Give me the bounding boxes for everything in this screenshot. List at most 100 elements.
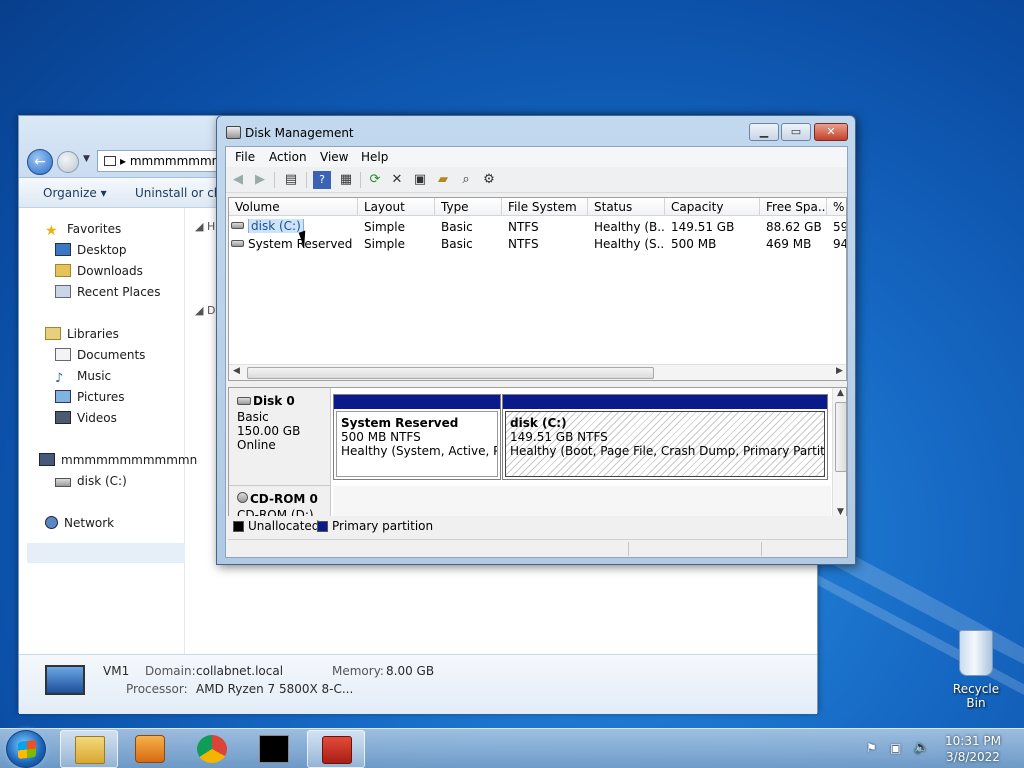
partition-system-reserved[interactable]: System Reserved 500 MB NTFS Healthy (Sys… xyxy=(333,394,501,480)
table-row[interactable]: System Reserved xyxy=(231,237,352,251)
volume-percent-free: 59 xyxy=(833,220,847,234)
toolbar-separator xyxy=(306,172,307,188)
settings-icon[interactable]: ⚙ xyxy=(480,171,498,189)
sidebar-item-recent-places[interactable]: Recent Places xyxy=(55,285,160,303)
partition-name: System Reserved xyxy=(341,416,459,430)
details-pane: VM1 Domain: collabnet.local Memory: 8.00… xyxy=(19,654,817,714)
network-tray-icon[interactable]: ▣ xyxy=(890,741,901,768)
taskbar-command-prompt[interactable] xyxy=(245,730,303,768)
documents-icon xyxy=(55,348,71,361)
star-icon: ★ xyxy=(45,223,58,239)
menu-help[interactable]: Help xyxy=(361,150,388,164)
volume-file-system: NTFS xyxy=(508,220,539,234)
action-center-icon[interactable]: ⚑ xyxy=(866,741,877,768)
arrow-left-icon: ← xyxy=(34,154,46,170)
scroll-thumb[interactable] xyxy=(247,367,654,379)
legend-unallocated: Unallocated xyxy=(248,519,320,533)
column-header-layout[interactable]: Layout xyxy=(358,198,435,216)
sidebar-item-music[interactable]: ♪ Music xyxy=(55,369,111,387)
menu-file[interactable]: File xyxy=(235,150,255,164)
computer-icon xyxy=(39,453,55,466)
taskbar-computer-management[interactable] xyxy=(307,730,365,768)
menu-bar: File Action View Help xyxy=(226,147,847,167)
column-header-type[interactable]: Type xyxy=(435,198,502,216)
volume-layout: Simple xyxy=(364,220,405,234)
partition-size: 149.51 GB NTFS xyxy=(510,430,608,444)
computer-icon xyxy=(104,156,116,166)
disk-graphical-view[interactable]: Disk 0 Basic 150.00 GB Online System Res… xyxy=(228,387,847,535)
forward-arrow-icon[interactable]: ▶ xyxy=(251,171,269,189)
menu-view[interactable]: View xyxy=(320,150,348,164)
taskbar-media-player[interactable] xyxy=(121,730,179,768)
scroll-thumb[interactable] xyxy=(835,402,846,472)
volume-free-space: 88.62 GB xyxy=(766,220,822,234)
organize-button[interactable]: Organize ▾ xyxy=(43,186,107,200)
show-pane-icon[interactable]: ▦ xyxy=(337,171,355,189)
menu-action[interactable]: Action xyxy=(269,150,307,164)
volume-list[interactable]: Volume Layout Type File System Status Ca… xyxy=(228,197,847,381)
disk-0-label[interactable]: Disk 0 Basic 150.00 GB Online xyxy=(229,388,331,486)
recent-pages-dropdown[interactable]: ▼ xyxy=(83,154,90,164)
maximize-button[interactable]: ▭ xyxy=(781,123,811,141)
refresh-icon[interactable]: ⟳ xyxy=(366,171,384,189)
console-tree-icon[interactable]: ▤ xyxy=(282,171,300,189)
recent-places-icon xyxy=(55,285,71,298)
column-header-file-system[interactable]: File System xyxy=(502,198,588,216)
vertical-scrollbar[interactable]: ▲ ▼ xyxy=(832,388,846,534)
taskbar-chrome[interactable] xyxy=(183,730,241,768)
partition-disk-c[interactable]: disk (C:) 149.51 GB NTFS Healthy (Boot, … xyxy=(502,394,828,480)
sidebar-item-favorites[interactable]: ★ Favorites xyxy=(45,222,121,240)
sidebar-item-downloads[interactable]: Downloads xyxy=(55,264,143,282)
horizontal-scrollbar[interactable]: ◀ ▶ xyxy=(229,364,846,380)
scroll-left-icon[interactable]: ◀ xyxy=(233,366,240,376)
primary-partition-bar xyxy=(503,395,827,409)
cdrom-icon xyxy=(237,492,248,503)
sidebar-item-libraries[interactable]: Libraries xyxy=(45,327,119,345)
folder-icon xyxy=(75,736,105,764)
close-button[interactable]: ✕ xyxy=(814,123,848,141)
help-icon[interactable]: ? xyxy=(313,171,331,189)
sidebar-item-videos[interactable]: Videos xyxy=(55,411,117,429)
back-arrow-icon[interactable]: ◀ xyxy=(229,171,247,189)
scroll-right-icon[interactable]: ▶ xyxy=(836,366,843,376)
column-header-status[interactable]: Status xyxy=(588,198,665,216)
uninstall-button[interactable]: Uninstall or cha xyxy=(135,186,229,200)
desktop-icon xyxy=(55,243,71,256)
delete-icon[interactable]: ✕ xyxy=(388,171,406,189)
partition-name: disk (C:) xyxy=(510,416,567,430)
sidebar-item-documents[interactable]: Documents xyxy=(55,348,145,366)
open-folder-icon[interactable]: ▰ xyxy=(434,171,452,189)
clock[interactable]: 10:31 PM 3/8/2022 xyxy=(938,733,1008,765)
taskbar-explorer[interactable] xyxy=(60,730,118,768)
back-button[interactable]: ← xyxy=(27,149,53,175)
status-divider xyxy=(761,542,762,556)
sidebar-item-computer[interactable]: mmmmmmmmmmmn xyxy=(39,453,197,471)
recycle-bin[interactable]: Recycle Bin xyxy=(942,630,1010,710)
properties-icon[interactable]: ▣ xyxy=(411,171,429,189)
forward-button[interactable] xyxy=(57,151,79,173)
scroll-up-icon[interactable]: ▲ xyxy=(837,388,844,398)
legend-swatch-primary xyxy=(317,521,328,532)
minimize-button[interactable]: ▁ xyxy=(749,123,779,141)
disk-management-window[interactable]: Disk Management ▁ ▭ ✕ File Action View H… xyxy=(216,115,856,565)
volume-percent-free: 94 xyxy=(833,237,847,251)
volume-icon[interactable]: 🔈 xyxy=(914,740,929,768)
column-header-capacity[interactable]: Capacity xyxy=(665,198,760,216)
sidebar-item-desktop[interactable]: Desktop xyxy=(55,243,127,261)
column-header-volume[interactable]: Volume xyxy=(229,198,358,216)
memory-value: 8.00 GB xyxy=(386,664,435,678)
sidebar-item-pictures[interactable]: Pictures xyxy=(55,390,125,408)
toolbar-separator xyxy=(360,172,361,188)
volume-status: Healthy (S... xyxy=(594,237,664,251)
search-icon[interactable]: ⌕ xyxy=(457,171,475,189)
sidebar-item-disk-c[interactable]: disk (C:) xyxy=(55,474,127,492)
column-header-free-space[interactable]: Free Spa... xyxy=(760,198,827,216)
start-button[interactable] xyxy=(6,730,46,768)
column-header-percent-free[interactable]: % F xyxy=(827,198,846,216)
table-row[interactable]: disk (C:) xyxy=(231,219,304,233)
network-icon xyxy=(45,516,58,529)
sidebar-item-network[interactable]: Network xyxy=(45,516,114,534)
partition-status: Healthy (Boot, Page File, Crash Dump, Pr… xyxy=(510,444,825,458)
volume-icon xyxy=(231,222,244,229)
toolbar-separator xyxy=(274,172,275,188)
